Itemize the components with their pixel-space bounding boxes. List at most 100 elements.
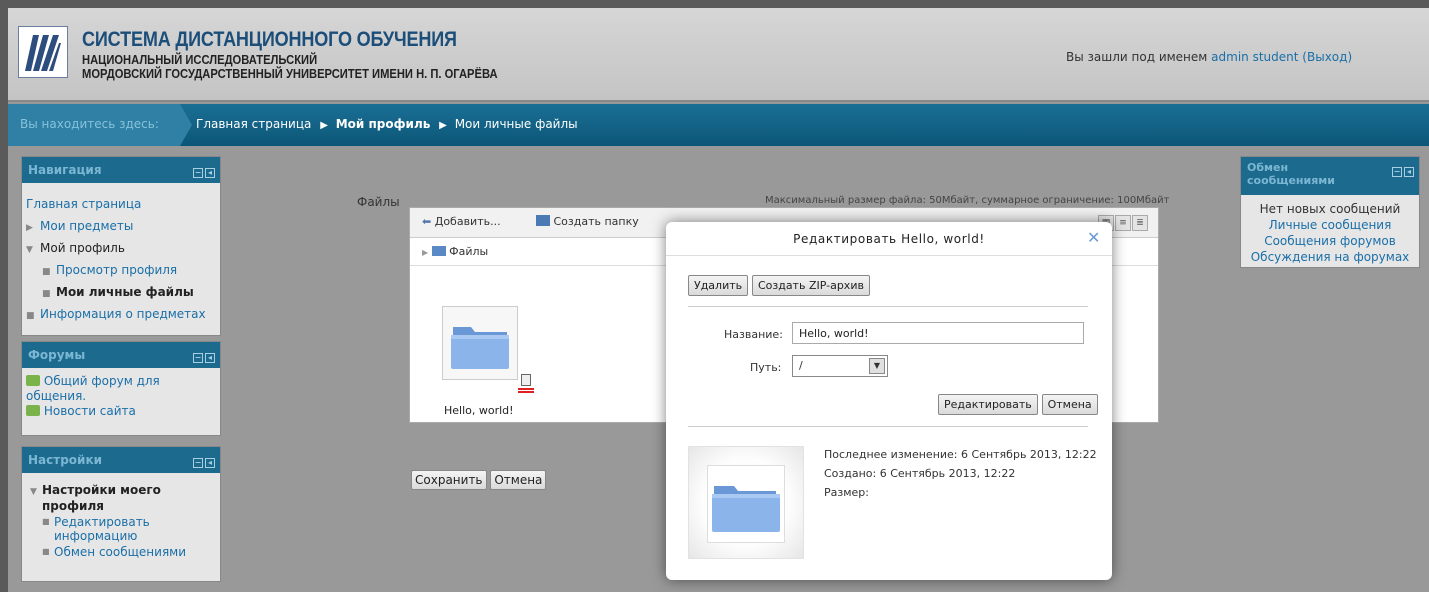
settings-label-cont: профиля bbox=[42, 499, 104, 513]
forum-link-label: Новости сайта bbox=[43, 404, 136, 418]
nav-item-label: Информация о предметах bbox=[40, 307, 206, 321]
path-select[interactable]: / ▼ bbox=[792, 355, 888, 377]
no-new-messages: Нет новых сообщений bbox=[1259, 202, 1401, 216]
last-modified: Последнее изменение: 6 Сентябрь 2013, 12… bbox=[824, 448, 1097, 461]
block-controls: − ◂ bbox=[191, 164, 215, 178]
settings-messaging[interactable]: ■ Обмен сообщениями bbox=[26, 545, 216, 559]
nav-item-label: Просмотр профиля bbox=[56, 263, 178, 277]
breadcrumb: Главная страница ▶ Мой профиль ▶ Мои лич… bbox=[196, 117, 582, 131]
breadcrumb-bar: Вы находитесь здесь: Главная страница ▶ … bbox=[8, 104, 1429, 146]
name-label: Название: bbox=[724, 328, 783, 341]
nav-item-view-profile[interactable]: ■ Просмотр профиля bbox=[26, 259, 216, 281]
forums-block-title: Форумы bbox=[28, 348, 86, 362]
forums-block: Форумы − ◂ Общий форум для общения. Новос… bbox=[21, 341, 221, 436]
edit-file-dialog: Редактировать Hello, world! ✕ Удалить Со… bbox=[666, 222, 1112, 580]
breadcrumb-separator-icon: ▶ bbox=[439, 120, 447, 131]
path-folder-label[interactable]: Файлы bbox=[449, 245, 488, 258]
add-file-label: Добавить... bbox=[434, 215, 501, 228]
file-preview bbox=[688, 446, 804, 559]
logo-icon bbox=[19, 27, 67, 77]
settings-my-profile[interactable]: ▼ Настройки моего профиля bbox=[26, 483, 216, 513]
collapse-icon[interactable]: − bbox=[193, 353, 203, 363]
divider bbox=[688, 306, 1088, 307]
bullet-icon: ■ bbox=[42, 267, 51, 277]
edit-button[interactable]: Редактировать bbox=[938, 394, 1038, 415]
delete-button[interactable]: Удалить bbox=[688, 275, 749, 296]
block-controls: − ◂ bbox=[191, 349, 215, 363]
dialog-title: Редактировать Hello, world! bbox=[793, 232, 985, 246]
chevron-down-icon: ▼ bbox=[869, 358, 885, 374]
block-controls: − ◂ bbox=[191, 454, 215, 468]
add-file-icon: ⬅ bbox=[422, 215, 432, 228]
nav-item-my-courses[interactable]: ▶ Мои предметы bbox=[26, 215, 216, 237]
settings-block-title: Настройки bbox=[28, 453, 103, 467]
dock-icon[interactable]: ◂ bbox=[205, 458, 215, 468]
navigation-block: Навигация − ◂ Главная страница ▶ Мои предм… bbox=[21, 156, 221, 336]
dialog-actions: Удалить Создать ZIP-архив bbox=[688, 275, 870, 296]
nav-item-label: Мои личные файлы bbox=[56, 285, 194, 299]
navigation-block-header: Навигация − ◂ bbox=[22, 157, 220, 183]
create-folder-label: Создать папку bbox=[553, 215, 639, 228]
nav-item-label: Мой профиль bbox=[40, 241, 125, 255]
settings-block-header: Настройки − ◂ bbox=[22, 447, 220, 473]
file-thumbnail[interactable] bbox=[442, 306, 518, 380]
nav-item-my-profile[interactable]: ▼ Мой профиль bbox=[26, 237, 216, 259]
collapse-icon[interactable]: − bbox=[193, 168, 203, 178]
file-context-menu-icon[interactable] bbox=[518, 374, 534, 393]
view-tree-icon[interactable]: ≣ bbox=[1132, 215, 1148, 231]
site-header: СИСТЕМА ДИСТАНЦИОННОГО ОБУЧЕНИЯ НАЦИОНАЛ… bbox=[8, 8, 1429, 102]
dialog-edit-actions: Редактировать Отмена bbox=[938, 394, 1098, 415]
bullet-icon: ■ bbox=[42, 517, 50, 526]
preview-frame bbox=[707, 465, 785, 543]
logout-link[interactable]: Выход bbox=[1307, 50, 1347, 64]
bullet-icon: ■ bbox=[42, 547, 50, 556]
name-input[interactable] bbox=[792, 322, 1084, 344]
divider bbox=[688, 426, 1088, 427]
site-subtitle-2: МОРДОВСКИЙ ГОСУДАРСТВЕННЫЙ УНИВЕРСИТЕТ И… bbox=[82, 66, 498, 81]
breadcrumb-home[interactable]: Главная страница bbox=[196, 117, 311, 131]
close-icon[interactable]: ✕ bbox=[1086, 230, 1102, 246]
private-messages-link[interactable]: Личные сообщения bbox=[1241, 217, 1419, 233]
path-label: Путь: bbox=[750, 361, 782, 374]
messages-block-header: Обмен сообщениями − ◂ bbox=[1241, 157, 1419, 195]
add-file-button[interactable]: ⬅ Добавить... bbox=[422, 215, 501, 228]
forum-link-label: Общий форум для bbox=[43, 374, 160, 388]
block-controls: − ◂ bbox=[1390, 164, 1414, 177]
nav-item-home[interactable]: Главная страница bbox=[26, 193, 216, 215]
university-logo[interactable] bbox=[18, 26, 68, 78]
forum-discussions-link[interactable]: Обсуждения на форумах bbox=[1241, 249, 1419, 265]
page: СИСТЕМА ДИСТАНЦИОННОГО ОБУЧЕНИЯ НАЦИОНАЛ… bbox=[8, 8, 1429, 592]
cancel-button[interactable]: Отмена bbox=[490, 470, 547, 490]
save-button[interactable]: Сохранить bbox=[411, 470, 487, 490]
dock-icon[interactable]: ◂ bbox=[205, 168, 215, 178]
dialog-cancel-button[interactable]: Отмена bbox=[1041, 394, 1098, 415]
forum-link-label-cont: общения. bbox=[26, 389, 87, 403]
zip-button[interactable]: Создать ZIP-архив bbox=[751, 275, 870, 296]
nav-item-course-info[interactable]: ■ Информация о предметах bbox=[26, 303, 216, 325]
forum-link-general[interactable]: Общий форум для общения. bbox=[26, 374, 216, 404]
forum-link-news[interactable]: Новости сайта bbox=[26, 404, 216, 419]
max-size-info: Максимальный размер файла: 50Мбайт, сумм… bbox=[765, 195, 1170, 206]
collapse-icon[interactable]: − bbox=[1392, 167, 1402, 177]
breadcrumb-profile[interactable]: Мой профиль bbox=[336, 117, 431, 131]
dock-icon[interactable]: ◂ bbox=[205, 353, 215, 363]
path-select-value: / bbox=[799, 359, 803, 372]
file-name-label: Hello, world! bbox=[444, 404, 514, 417]
collapse-arrow-icon: ▼ bbox=[26, 245, 33, 255]
forum-messages-link[interactable]: Сообщения форумов bbox=[1241, 233, 1419, 249]
create-folder-button[interactable]: Создать папку bbox=[536, 215, 639, 228]
navigation-block-title: Навигация bbox=[28, 163, 102, 177]
view-list-icon[interactable]: ≡ bbox=[1115, 215, 1131, 231]
nav-item-my-files[interactable]: ■ Мои личные файлы bbox=[26, 281, 216, 303]
settings-edit-info[interactable]: ■ Редактировать информацию bbox=[26, 515, 216, 543]
folder-icon bbox=[431, 246, 446, 256]
files-label: Файлы bbox=[357, 195, 400, 209]
nav-item-label: Главная страница bbox=[26, 197, 142, 211]
settings-label: Обмен сообщениями bbox=[54, 545, 187, 559]
user-link[interactable]: admin student bbox=[1211, 50, 1298, 64]
dock-icon[interactable]: ◂ bbox=[1404, 167, 1414, 177]
settings-block: Настройки − ◂ ▼ Настройки моего профиля ■ … bbox=[21, 446, 221, 582]
collapse-icon[interactable]: − bbox=[193, 458, 203, 468]
settings-label: Редактировать bbox=[54, 515, 150, 529]
expand-arrow-icon: ▶ bbox=[26, 223, 33, 233]
